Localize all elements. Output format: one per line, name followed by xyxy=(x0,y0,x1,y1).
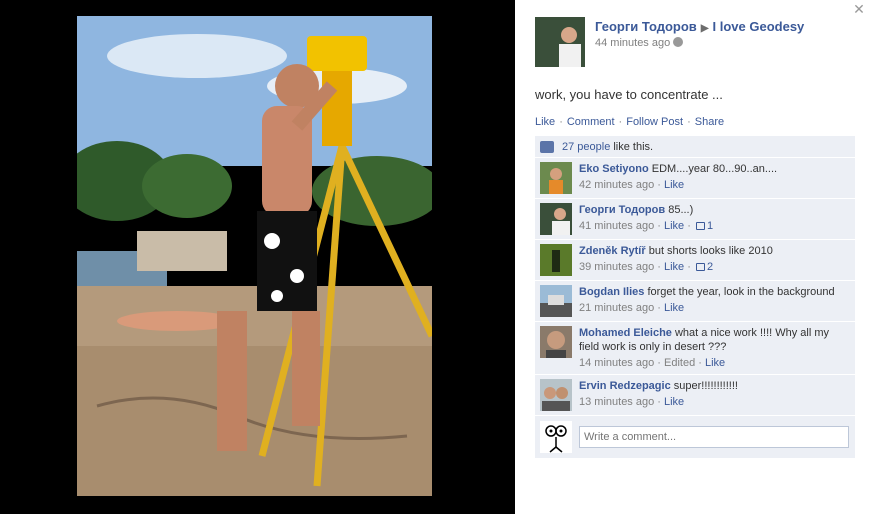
comment-author[interactable]: Mohamed Eleiche xyxy=(579,327,672,339)
comment-time[interactable]: 42 minutes ago xyxy=(579,179,654,191)
author-name[interactable]: Георги Тодоров xyxy=(595,19,697,34)
post-header: Георги Тодоров ▶ I love Geodesy 44 minutes… xyxy=(535,17,804,67)
comment-composer xyxy=(535,416,855,458)
comment-text: EDM....year 80...90..an.... xyxy=(651,163,778,175)
comment-like-link[interactable]: Like xyxy=(705,357,725,369)
like-link[interactable]: Like xyxy=(535,116,555,128)
post-photo[interactable] xyxy=(77,16,432,496)
likes-count-link[interactable]: 27 people xyxy=(562,141,610,153)
comment-input[interactable] xyxy=(579,426,849,448)
thumbs-up-icon xyxy=(695,222,705,230)
globe-icon xyxy=(673,37,684,47)
likes-summary: 27 people like this. xyxy=(535,136,855,158)
thumbs-up-icon xyxy=(695,263,705,271)
photo-stage xyxy=(0,0,515,514)
commenter-avatar[interactable] xyxy=(540,285,572,317)
post-message: work, you have to concentrate ... xyxy=(535,87,723,102)
triangle-right-icon: ▶ xyxy=(700,23,709,34)
comment-time[interactable]: 21 minutes ago xyxy=(579,302,654,314)
likes-suffix: like this. xyxy=(613,140,654,153)
comment-like-count[interactable]: 2 xyxy=(707,261,713,273)
comment-item: Zdeněk Rytíř but shorts looks like 2010 … xyxy=(535,240,855,281)
comment-text: 85...) xyxy=(668,204,694,216)
commenter-avatar[interactable] xyxy=(540,203,572,235)
commenter-avatar[interactable] xyxy=(540,326,572,358)
current-user-avatar xyxy=(540,421,572,453)
comment-item: Bogdan Ilies forget the year, look in th… xyxy=(535,281,855,322)
comment-like-link[interactable]: Like xyxy=(664,302,684,314)
comment-item: Mohamed Eleiche what a nice work !!!! Wh… xyxy=(535,322,855,375)
author-avatar[interactable] xyxy=(535,17,585,67)
comment-like-link[interactable]: Like xyxy=(664,396,684,408)
comment-author[interactable]: Zdeněk Rytíř xyxy=(579,245,646,257)
comment-author[interactable]: Eko Setiyono xyxy=(579,163,649,175)
comment-text: forget the year, look in the background xyxy=(647,286,835,298)
comment-time[interactable]: 13 minutes ago xyxy=(579,396,654,408)
group-name[interactable]: I love Geodesy xyxy=(713,19,805,34)
comment-like-link[interactable]: Like xyxy=(664,220,684,232)
comment-edited[interactable]: Edited xyxy=(664,357,695,369)
comments-box: 27 people like this. Eko Setiyono EDM...… xyxy=(535,136,855,458)
post-title: Георги Тодоров ▶ I love Geodesy xyxy=(595,19,804,34)
post-actions: Like · Comment · Follow Post · Share xyxy=(535,116,725,128)
comment-time[interactable]: 39 minutes ago xyxy=(579,261,654,273)
comment-time[interactable]: 41 minutes ago xyxy=(579,220,654,232)
comment-author[interactable]: Георги Тодоров xyxy=(579,204,665,216)
comment-text: super!!!!!!!!!!!! xyxy=(673,380,738,392)
comment-link[interactable]: Comment xyxy=(567,116,615,128)
post-timestamp[interactable]: 44 minutes ago xyxy=(595,37,670,49)
comment-time[interactable]: 14 minutes ago xyxy=(579,357,654,369)
comment-like-link[interactable]: Like xyxy=(664,179,684,191)
commenter-avatar[interactable] xyxy=(540,162,572,194)
comment-author[interactable]: Bogdan Ilies xyxy=(579,286,644,298)
follow-post-link[interactable]: Follow Post xyxy=(626,116,683,128)
comment-item: Георги Тодоров 85...) 41 minutes ago · L… xyxy=(535,199,855,240)
comment-item: Eko Setiyono EDM....year 80...90..an....… xyxy=(535,158,855,199)
commenter-avatar[interactable] xyxy=(540,379,572,411)
close-icon[interactable]: ✕ xyxy=(852,2,866,16)
comment-like-link[interactable]: Like xyxy=(664,261,684,273)
comment-text: but shorts looks like 2010 xyxy=(648,245,773,257)
share-link[interactable]: Share xyxy=(695,116,724,128)
commenter-avatar[interactable] xyxy=(540,244,572,276)
comment-author[interactable]: Ervin Redzepagic xyxy=(579,380,671,392)
post-panel: ✕ Георги Тодоров ▶ I love Geodesy 44 minut… xyxy=(515,0,870,514)
comment-item: Ervin Redzepagic super!!!!!!!!!!!! 13 mi… xyxy=(535,375,855,416)
thumbs-up-icon xyxy=(540,140,554,153)
comment-like-count[interactable]: 1 xyxy=(707,220,713,232)
